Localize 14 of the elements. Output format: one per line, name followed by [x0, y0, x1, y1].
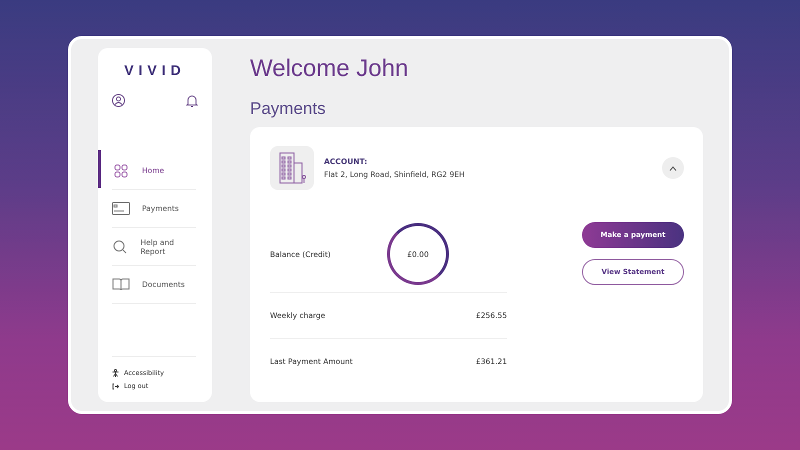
logo: VIVID	[124, 62, 186, 78]
building-icon	[270, 146, 314, 190]
book-icon	[112, 278, 130, 291]
chevron-icon	[669, 166, 677, 170]
active-indicator	[98, 150, 101, 188]
search-icon	[113, 240, 128, 254]
user-icon[interactable]	[112, 94, 125, 107]
bell-icon[interactable]	[186, 94, 198, 108]
section-title: Payments	[250, 99, 327, 119]
card-icon	[112, 202, 130, 215]
grid-icon	[114, 164, 128, 178]
logout-icon	[112, 382, 119, 390]
page-heading: Welcome John	[250, 55, 410, 83]
person-icon	[112, 369, 119, 377]
